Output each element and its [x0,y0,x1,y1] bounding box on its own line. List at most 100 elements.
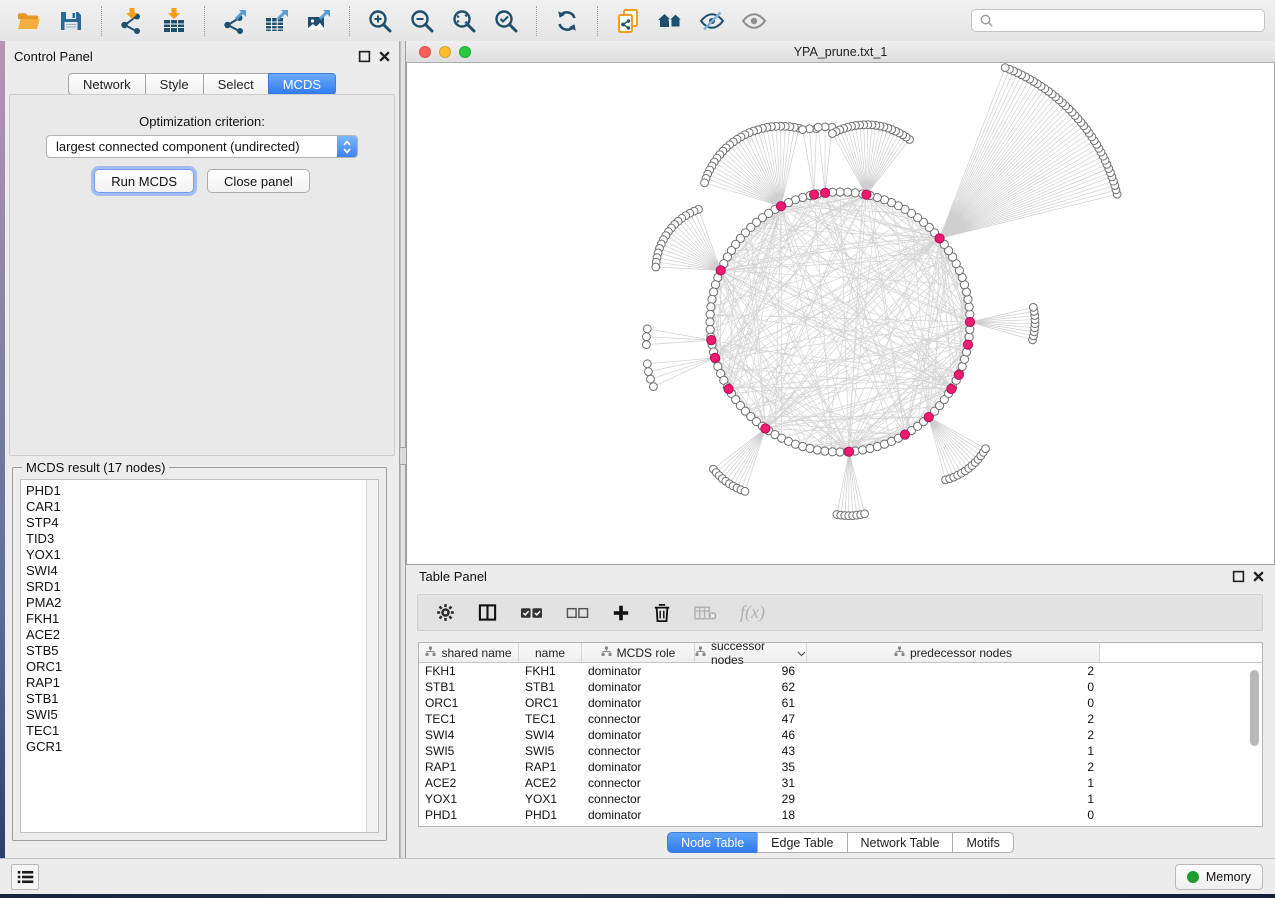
column-header-shared-name[interactable]: shared name [419,643,519,662]
cell-successor-nodes[interactable]: 31 [695,775,807,791]
mcds-result-item[interactable]: ORC1 [26,659,366,675]
mcds-result-item[interactable]: CAR1 [26,499,366,515]
table-row[interactable]: RAP1RAP1dominator352 [419,759,1262,775]
open-file-icon[interactable] [16,8,42,34]
mcds-result-item[interactable]: SWI4 [26,563,366,579]
criterion-dropdown[interactable]: largest connected component (undirected) [46,135,358,158]
cell-name[interactable]: RAP1 [519,759,582,775]
cell-shared-name[interactable]: ACE2 [419,775,519,791]
mcds-result-list[interactable]: PHD1CAR1STP4TID3YOX1SWI4SRD1PMA2FKH1ACE2… [21,480,366,832]
cell-name[interactable]: YOX1 [519,791,582,807]
cell-successor-nodes[interactable]: 61 [695,695,807,711]
tab-select[interactable]: Select [203,73,269,95]
cell-mcds-role[interactable]: dominator [582,663,695,679]
table-row[interactable]: ORC1ORC1dominator610 [419,695,1262,711]
control-panel-float-button[interactable] [358,50,371,63]
hide-selected-icon[interactable] [699,8,725,34]
cell-mcds-role[interactable]: connector [582,775,695,791]
cell-successor-nodes[interactable]: 29 [695,791,807,807]
tab-network[interactable]: Network [68,73,146,95]
cell-predecessor-nodes[interactable]: 0 [807,695,1100,711]
cell-predecessor-nodes[interactable]: 1 [807,791,1100,807]
mcds-result-item[interactable]: STB5 [26,643,366,659]
cell-shared-name[interactable]: PHD1 [419,807,519,823]
refresh-view-icon[interactable] [554,8,580,34]
delete-columns-icon[interactable] [694,601,717,625]
tab-node-table[interactable]: Node Table [667,832,758,853]
table-row[interactable]: FKH1FKH1dominator962 [419,663,1262,679]
cell-successor-nodes[interactable]: 47 [695,711,807,727]
memory-button[interactable]: Memory [1175,864,1263,890]
mcds-result-item[interactable]: YOX1 [26,547,366,563]
function-builder-icon[interactable]: f(x) [740,601,765,625]
cell-name[interactable]: TEC1 [519,711,582,727]
table-row[interactable]: SWI4SWI4dominator462 [419,727,1262,743]
import-table-icon[interactable] [161,8,187,34]
mcds-result-item[interactable]: SWI5 [26,707,366,723]
column-header-successor-nodes[interactable]: successor nodes [695,643,807,662]
control-panel-close-button[interactable] [378,50,391,63]
cell-name[interactable]: STB1 [519,679,582,695]
zoom-fit-icon[interactable] [451,8,477,34]
cell-name[interactable]: SWI5 [519,743,582,759]
cell-successor-nodes[interactable]: 35 [695,759,807,775]
graph-ring-nodes[interactable] [706,188,974,456]
cell-predecessor-nodes[interactable]: 2 [807,759,1100,775]
close-mcds-panel-button[interactable]: Close panel [207,169,310,193]
cell-predecessor-nodes[interactable]: 0 [807,807,1100,823]
cell-name[interactable]: PHD1 [519,807,582,823]
cell-shared-name[interactable]: FKH1 [419,663,519,679]
mcds-result-item[interactable]: PMA2 [26,595,366,611]
column-header-mcds-role[interactable]: MCDS role [582,643,695,662]
mcds-result-item[interactable]: TID3 [26,531,366,547]
column-header-predecessor-nodes[interactable]: predecessor nodes [807,643,1100,662]
search-input[interactable] [994,11,1264,31]
mcds-result-item[interactable]: TEC1 [26,723,366,739]
mcds-result-item[interactable]: SRD1 [26,579,366,595]
export-image-icon[interactable] [306,8,332,34]
show-columns-icon[interactable] [478,601,497,625]
export-table-icon[interactable] [264,8,290,34]
table-scrollbar-thumb[interactable] [1250,670,1259,746]
tab-motifs[interactable]: Motifs [952,832,1013,853]
table-settings-icon[interactable] [436,601,455,625]
cell-successor-nodes[interactable]: 62 [695,679,807,695]
export-network-icon[interactable] [222,8,248,34]
cell-mcds-role[interactable]: dominator [582,679,695,695]
cell-mcds-role[interactable]: dominator [582,727,695,743]
cell-predecessor-nodes[interactable]: 2 [807,663,1100,679]
tab-edge-table[interactable]: Edge Table [757,832,847,853]
cell-successor-nodes[interactable]: 96 [695,663,807,679]
cell-shared-name[interactable]: RAP1 [419,759,519,775]
network-canvas[interactable] [406,63,1275,565]
cell-shared-name[interactable]: YOX1 [419,791,519,807]
delete-row-icon[interactable] [653,601,671,625]
cell-mcds-role[interactable]: dominator [582,759,695,775]
import-network-icon[interactable] [119,8,145,34]
tab-mcds[interactable]: MCDS [268,73,336,95]
cell-successor-nodes[interactable]: 43 [695,743,807,759]
zoom-in-icon[interactable] [367,8,393,34]
cell-successor-nodes[interactable]: 46 [695,727,807,743]
cell-mcds-role[interactable]: connector [582,791,695,807]
save-session-icon[interactable] [58,8,84,34]
run-mcds-button[interactable]: Run MCDS [94,169,194,193]
mcds-result-item[interactable]: FKH1 [26,611,366,627]
tab-style[interactable]: Style [145,73,204,95]
tab-network-table[interactable]: Network Table [847,832,954,853]
cell-predecessor-nodes[interactable]: 2 [807,711,1100,727]
table-row[interactable]: TEC1TEC1connector472 [419,711,1262,727]
table-panel-close-button[interactable] [1252,570,1265,583]
cell-name[interactable]: ORC1 [519,695,582,711]
cell-predecessor-nodes[interactable]: 1 [807,743,1100,759]
cell-shared-name[interactable]: ORC1 [419,695,519,711]
cell-predecessor-nodes[interactable]: 1 [807,775,1100,791]
table-row[interactable]: PHD1PHD1dominator180 [419,807,1262,823]
network-graph[interactable] [407,63,1274,564]
clone-network-icon[interactable] [615,8,641,34]
cell-predecessor-nodes[interactable]: 2 [807,727,1100,743]
cell-mcds-role[interactable]: dominator [582,695,695,711]
cell-shared-name[interactable]: SWI4 [419,727,519,743]
zoom-selected-icon[interactable] [493,8,519,34]
mcds-result-item[interactable]: ACE2 [26,627,366,643]
